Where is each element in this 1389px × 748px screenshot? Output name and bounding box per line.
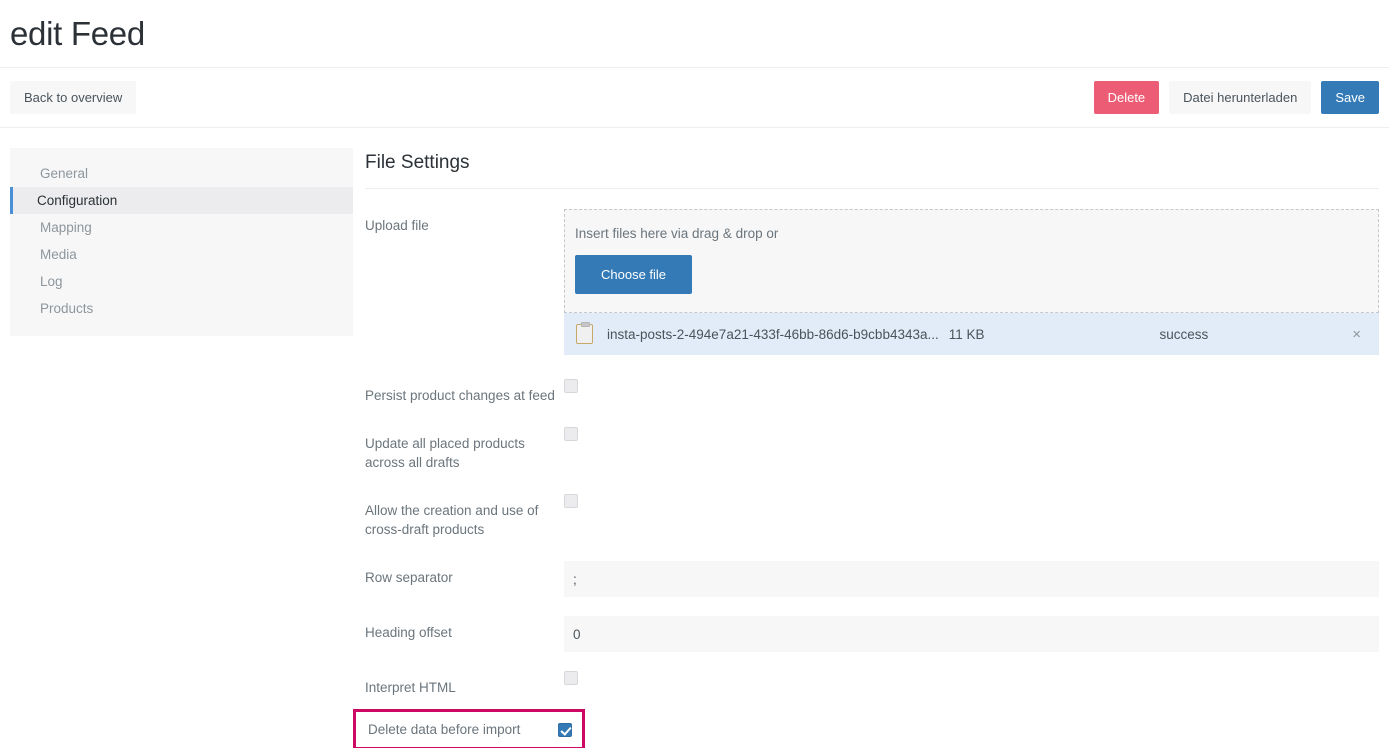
update-all-placed-products-checkbox[interactable] [564,427,578,441]
field-row-heading-offset: Heading offset [365,616,1379,652]
sidebar-item-products[interactable]: Products [10,295,353,322]
back-to-overview-button[interactable]: Back to overview [10,81,136,114]
page-header: edit Feed [0,0,1389,68]
interpret-html-label: Interpret HTML [365,671,564,697]
persist-product-changes-control [564,379,1379,398]
delete-button[interactable]: Delete [1094,81,1160,114]
sidebar-item-media[interactable]: Media [10,241,353,268]
choose-file-button[interactable]: Choose file [575,255,692,294]
main-content: File Settings Upload file Insert files h… [353,148,1379,748]
allow-cross-draft-products-label: Allow the creation and use of cross-draf… [365,494,564,539]
section-title: File Settings [365,148,1379,189]
allow-cross-draft-products-checkbox[interactable] [564,494,578,508]
field-row-upload-file: Upload file Insert files here via drag &… [365,209,1379,355]
update-all-placed-products-control [564,427,1379,446]
delete-data-before-import-highlight: Delete data before import [353,709,585,748]
persist-product-changes-checkbox[interactable] [564,379,578,393]
delete-data-before-import-label: Delete data before import [368,720,558,739]
page-title: edit Feed [10,17,145,50]
sidebar-item-configuration[interactable]: Configuration [10,187,353,214]
row-separator-label: Row separator [365,561,564,587]
field-row-row-separator: Row separator [365,561,1379,597]
download-file-button[interactable]: Datei herunterladen [1169,81,1311,114]
allow-cross-draft-products-control [564,494,1379,513]
delete-data-before-import-checkbox[interactable] [558,723,572,737]
sidebar-item-log[interactable]: Log [10,268,353,295]
remove-file-icon[interactable]: × [1352,326,1365,343]
action-bar-right-group: Delete Datei herunterladen Save [1094,81,1379,114]
sidebar-item-mapping[interactable]: Mapping [10,214,353,241]
sidebar-item-general[interactable]: General [10,160,353,187]
heading-offset-control [564,616,1379,652]
row-separator-control [564,561,1379,597]
action-bar: Back to overview Delete Datei herunterla… [0,68,1389,128]
field-row-persist-product-changes: Persist product changes at feed [365,379,1379,405]
heading-offset-label: Heading offset [365,616,564,642]
save-button[interactable]: Save [1321,81,1379,114]
dropzone-hint-text: Insert files here via drag & drop or [575,226,1368,241]
upload-file-label: Upload file [365,209,564,235]
update-all-placed-products-label: Update all placed products across all dr… [365,427,564,472]
uploaded-file-size: 11 KB [949,327,985,342]
heading-offset-input[interactable] [564,616,1379,652]
uploaded-file-status: success [1160,327,1209,342]
file-dropzone[interactable]: Insert files here via drag & drop or Cho… [564,209,1379,313]
file-icon [576,324,593,344]
uploaded-file-row: insta-posts-2-494e7a21-433f-46bb-86d6-b9… [564,313,1379,355]
interpret-html-control [564,671,1379,690]
uploaded-file-name: insta-posts-2-494e7a21-433f-46bb-86d6-b9… [607,327,939,342]
row-separator-input[interactable] [564,561,1379,597]
body-wrapper: General Configuration Mapping Media Log … [0,128,1389,748]
field-row-interpret-html: Interpret HTML [365,671,1379,697]
interpret-html-checkbox[interactable] [564,671,578,685]
field-row-update-all-placed-products: Update all placed products across all dr… [365,427,1379,472]
persist-product-changes-label: Persist product changes at feed [365,379,564,405]
sidebar: General Configuration Mapping Media Log … [10,148,353,336]
field-row-allow-cross-draft-products: Allow the creation and use of cross-draf… [365,494,1379,539]
upload-file-control: Insert files here via drag & drop or Cho… [564,209,1379,355]
